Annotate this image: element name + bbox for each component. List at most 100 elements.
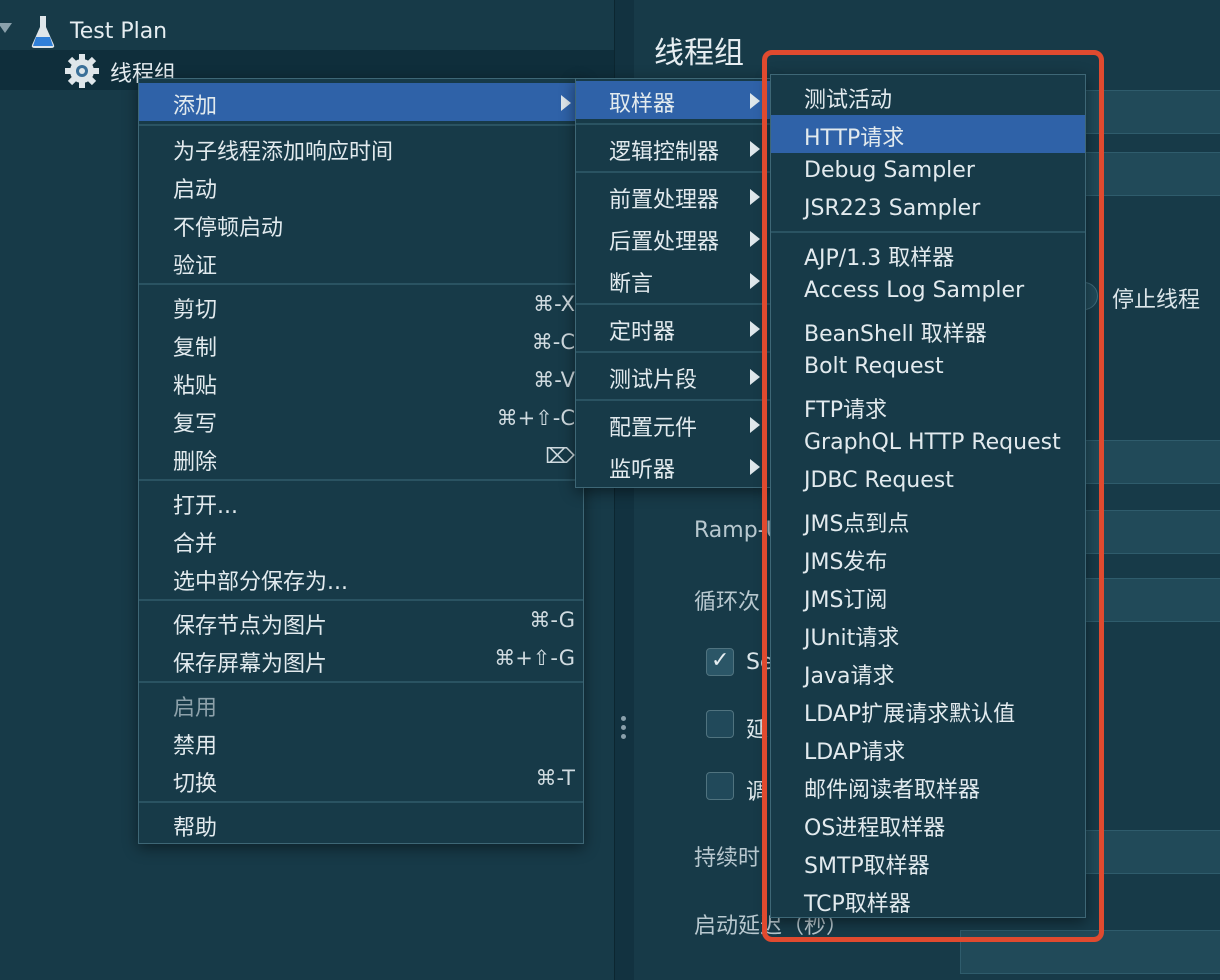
menu-item-copy[interactable]: 复制 ⌘-C [139, 325, 583, 363]
expand-arrow-icon[interactable] [0, 23, 12, 33]
gear-icon [65, 54, 99, 88]
menu-item-label: 取样器 [609, 92, 676, 117]
submenu-arrow-icon [750, 459, 760, 475]
context-menu: 添加 为子线程添加响应时间 启动 不停顿启动 验证 剪切 ⌘-X 复制 ⌘-C 粘贴… [138, 78, 584, 844]
submenu-item-logic-controller[interactable]: 逻辑控制器 [576, 129, 772, 167]
menu-item-label: 添加 [173, 94, 218, 119]
menu-item-label: 配置元件 [609, 416, 698, 441]
menu-item-label: 禁用 [173, 734, 218, 759]
menu-item-label: 断言 [609, 272, 654, 297]
shortcut-label: ⌘-X [533, 292, 575, 316]
menu-item-label: 启用 [173, 696, 218, 721]
menu-item-paste[interactable]: 粘贴 ⌘-V [139, 363, 583, 401]
menu-item-label: 合并 [173, 532, 218, 557]
shortcut-label: ⌘-G [529, 608, 575, 632]
loop-count-field[interactable] [1085, 578, 1220, 622]
submenu-item-assertion[interactable]: 断言 [576, 261, 772, 299]
menu-item-disable[interactable]: 禁用 [139, 723, 583, 761]
menu-separator [139, 681, 583, 683]
menu-item-label: 逻辑控制器 [609, 140, 720, 165]
menu-item-label: 前置处理器 [609, 188, 720, 213]
menu-item-label: 监听器 [609, 458, 676, 483]
menu-item-label: 剪切 [173, 298, 218, 323]
menu-item-label: 打开... [173, 494, 238, 519]
menu-item-save-node-image[interactable]: 保存节点为图片 ⌘-G [139, 603, 583, 641]
menu-item-help[interactable]: 帮助 [139, 805, 583, 843]
submenu-item-sampler[interactable]: 取样器 [576, 81, 772, 119]
menu-separator [139, 124, 583, 126]
menu-item-validate[interactable]: 验证 [139, 243, 583, 281]
check-icon: ✓ [711, 648, 730, 673]
name-field[interactable] [1085, 90, 1220, 134]
drag-handle-icon[interactable] [621, 716, 627, 746]
thread-count-field[interactable] [1085, 440, 1220, 484]
shortcut-label: ⌘-V [533, 368, 575, 392]
menu-separator [576, 123, 772, 125]
menu-item-label: 复制 [173, 336, 218, 361]
menu-item-start[interactable]: 启动 [139, 167, 583, 205]
flask-icon [31, 16, 55, 48]
submenu-arrow-icon [750, 189, 760, 205]
menu-item-label: 定时器 [609, 320, 676, 345]
submenu-arrow-icon [561, 95, 571, 111]
submenu-arrow-icon [750, 417, 760, 433]
menu-item-enable: 启用 [139, 685, 583, 723]
menu-item-save-selection-as[interactable]: 选中部分保存为... [139, 559, 583, 597]
menu-item-duplicate[interactable]: 复写 ⌘+⇧-C [139, 401, 583, 439]
submenu-item-preprocessor[interactable]: 前置处理器 [576, 177, 772, 215]
duration-field[interactable] [1085, 830, 1220, 874]
submenu-arrow-icon [750, 93, 760, 109]
menu-item-start-no-pause[interactable]: 不停顿启动 [139, 205, 583, 243]
menu-separator [139, 283, 583, 285]
menu-separator [139, 801, 583, 803]
same-user-checkbox[interactable]: ✓ [706, 648, 734, 676]
ramp-up-field[interactable] [1085, 510, 1220, 554]
submenu-arrow-icon [750, 321, 760, 337]
menu-separator [576, 171, 772, 173]
submenu-arrow-icon [750, 369, 760, 385]
shortcut-label: ⌘-C [531, 330, 575, 354]
menu-item-label: 保存节点为图片 [173, 614, 328, 639]
menu-item-label: 选中部分保存为... [173, 570, 348, 595]
loop-count-label: 循环次 [694, 590, 761, 615]
menu-item-cut[interactable]: 剪切 ⌘-X [139, 287, 583, 325]
scheduler-checkbox[interactable] [706, 772, 734, 800]
delete-key-icon: ⌦ [545, 444, 575, 468]
menu-separator [576, 303, 772, 305]
menu-item-label: 为子线程添加响应时间 [173, 140, 394, 165]
submenu-item-config-element[interactable]: 配置元件 [576, 405, 772, 443]
menu-item-label: 后置处理器 [609, 230, 720, 255]
menu-item-label: 保存屏幕为图片 [173, 652, 328, 677]
menu-item-add-response-time[interactable]: 为子线程添加响应时间 [139, 129, 583, 167]
submenu-item-postprocessor[interactable]: 后置处理器 [576, 219, 772, 257]
menu-item-label: 不停顿启动 [173, 216, 284, 241]
submenu-item-test-fragment[interactable]: 测试片段 [576, 357, 772, 395]
add-submenu: 取样器 逻辑控制器 前置处理器 后置处理器 断言 定时器 测试片段 配置元件 监… [575, 78, 773, 488]
menu-item-delete[interactable]: 删除 ⌦ [139, 439, 583, 477]
menu-item-open[interactable]: 打开... [139, 483, 583, 521]
shortcut-label: ⌘+⇧-G [494, 646, 575, 670]
menu-item-add[interactable]: 添加 [139, 83, 583, 121]
menu-item-toggle[interactable]: 切换 ⌘-T [139, 761, 583, 799]
submenu-item-listener[interactable]: 监听器 [576, 447, 772, 485]
menu-item-merge[interactable]: 合并 [139, 521, 583, 559]
menu-separator [576, 351, 772, 353]
shortcut-label: ⌘+⇧-C [496, 406, 575, 430]
menu-item-label: 验证 [173, 254, 218, 279]
submenu-item-timer[interactable]: 定时器 [576, 309, 772, 347]
delay-thread-checkbox[interactable] [706, 710, 734, 738]
tree-node-test-plan[interactable]: Test Plan [0, 13, 614, 49]
menu-item-label: 删除 [173, 450, 218, 475]
comment-field[interactable] [1085, 152, 1220, 196]
editor-title: 线程组 [654, 36, 744, 71]
duration-label: 持续时 [694, 846, 761, 871]
shortcut-label: ⌘-T [535, 766, 575, 790]
annotation-highlight-frame [762, 50, 1104, 942]
menu-item-label: 复写 [173, 412, 218, 437]
stop-thread-label: 停止线程 [1112, 288, 1201, 313]
menu-separator [139, 599, 583, 601]
menu-item-save-screen-image[interactable]: 保存屏幕为图片 ⌘+⇧-G [139, 641, 583, 679]
menu-item-label: 帮助 [173, 816, 218, 841]
submenu-arrow-icon [750, 231, 760, 247]
menu-item-label: 测试片段 [609, 368, 698, 393]
